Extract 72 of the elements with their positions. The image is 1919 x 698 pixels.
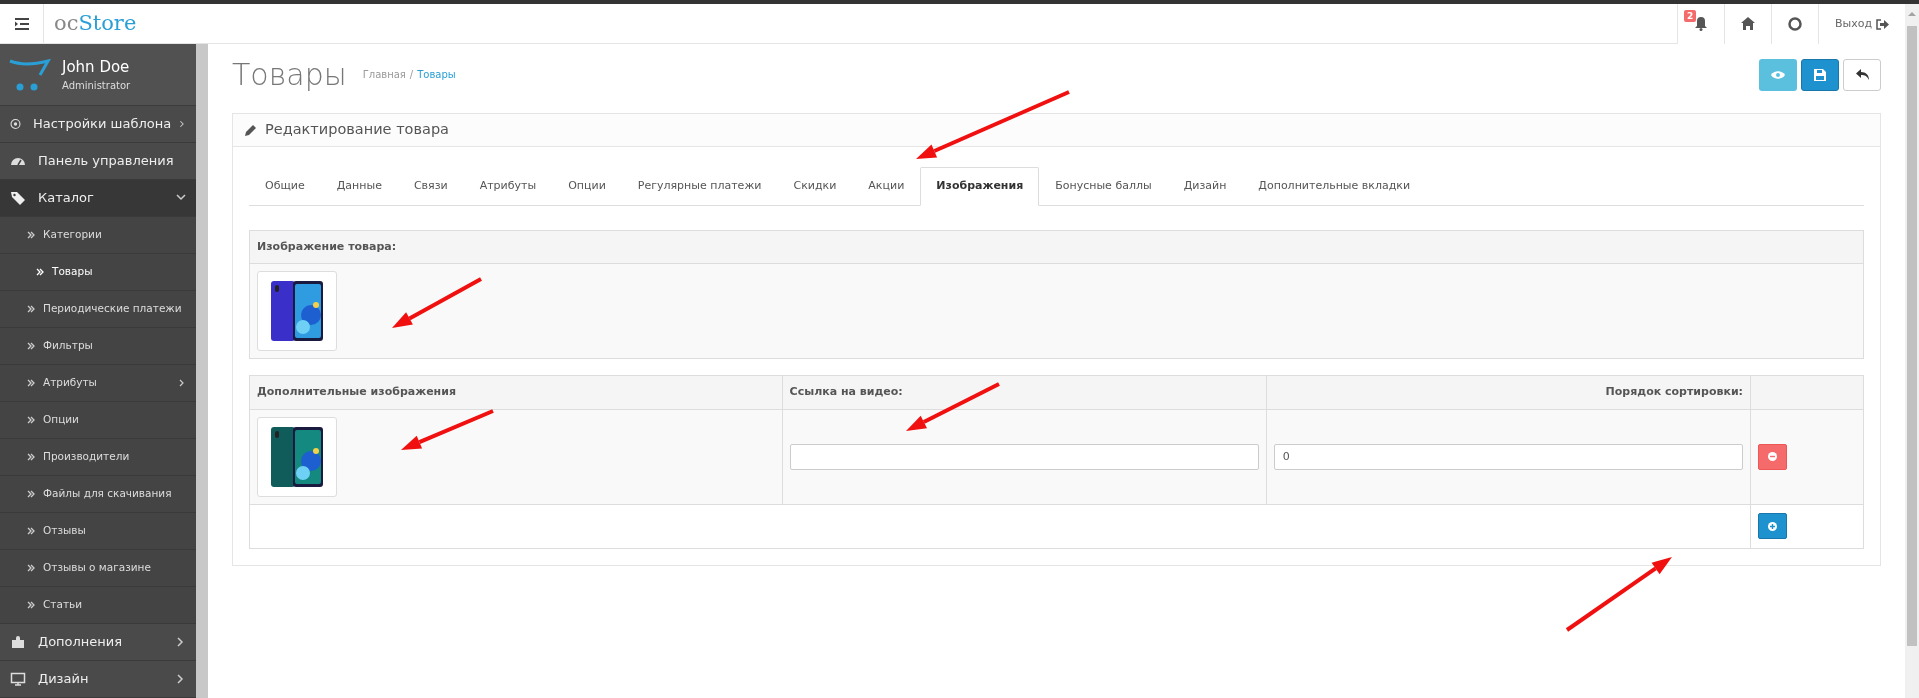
chevron-down-icon	[176, 193, 186, 203]
bell-icon	[1693, 16, 1708, 32]
ring-icon	[10, 116, 21, 132]
logo[interactable]: ocStore	[44, 4, 137, 43]
double-chevron-icon	[27, 564, 35, 572]
home-button[interactable]	[1723, 4, 1771, 44]
breadcrumb-separator: /	[409, 68, 414, 82]
double-chevron-icon	[27, 527, 35, 535]
tab[interactable]: Связи	[397, 167, 464, 206]
sidebar-item[interactable]: Настройки шаблона	[0, 106, 196, 143]
sidebar-item[interactable]: Дополнения	[0, 624, 196, 661]
scrollbar-thumb[interactable]	[1907, 26, 1917, 646]
panel-title: Редактирование товара	[265, 120, 449, 140]
back-button[interactable]	[1843, 58, 1881, 91]
column-header: Ссылка на видео:	[782, 375, 1267, 409]
tab[interactable]: Дополнительные вкладки	[1242, 167, 1427, 206]
chevron-right-icon	[176, 674, 186, 684]
chevron-right-icon	[178, 378, 186, 388]
logout-icon	[1876, 18, 1889, 30]
tab[interactable]: Данные	[320, 167, 398, 206]
eye-icon	[1771, 69, 1785, 80]
column-header: Дополнительные изображения	[249, 375, 783, 409]
notification-count: 2	[1683, 10, 1697, 22]
chevron-right-icon	[176, 637, 186, 647]
sidebar-item[interactable]: Панель управления	[0, 143, 196, 180]
monitor-icon	[10, 671, 26, 687]
user-role: Administrator	[62, 79, 131, 94]
tab[interactable]: Атрибуты	[463, 167, 553, 206]
tab[interactable]: Акции	[852, 167, 921, 206]
tab[interactable]: Опции	[552, 167, 622, 206]
double-chevron-icon	[27, 342, 35, 350]
lifebuoy-icon	[1787, 16, 1802, 31]
image-thumbnail[interactable]	[257, 271, 337, 351]
remove-button[interactable]	[1758, 443, 1787, 470]
double-chevron-icon	[27, 379, 35, 387]
plus-circle-icon	[1768, 521, 1777, 531]
tab[interactable]: Изображения	[920, 167, 1040, 206]
reply-arrow-icon	[1855, 69, 1869, 80]
tab[interactable]: Дизайн	[1167, 167, 1243, 206]
sort-order-field[interactable]: 0	[1273, 443, 1743, 470]
chevron-right-icon	[179, 119, 186, 129]
column-header: Порядок сортировки:	[1266, 375, 1751, 409]
double-chevron-icon	[27, 231, 35, 239]
minus-circle-icon	[1768, 452, 1777, 461]
sidebar-item[interactable]: Дизайн	[0, 661, 196, 698]
sidebar-scrollbar[interactable]	[196, 44, 208, 698]
pencil-icon	[245, 124, 257, 136]
tab[interactable]: Скидки	[777, 167, 853, 206]
help-button[interactable]	[1770, 4, 1818, 44]
tag-icon	[10, 190, 26, 206]
double-chevron-icon	[36, 268, 44, 276]
puzzle-icon	[10, 634, 26, 650]
sidebar-item[interactable]: Каталог	[0, 180, 196, 217]
user-name: John Doe	[62, 56, 131, 78]
double-chevron-icon	[27, 453, 35, 461]
double-chevron-icon	[27, 490, 35, 498]
scrollbar[interactable]	[1905, 4, 1919, 698]
home-icon	[1740, 17, 1755, 31]
page-title: Товары	[232, 56, 347, 94]
double-chevron-icon	[27, 305, 35, 313]
save-button[interactable]	[1801, 58, 1839, 91]
double-chevron-icon	[27, 601, 35, 609]
tab[interactable]: Регулярные платежи	[621, 167, 778, 206]
table-header: Изображение товара:	[249, 230, 1864, 264]
add-image-button[interactable]	[1758, 513, 1787, 539]
menu-icon[interactable]	[14, 17, 29, 30]
tab[interactable]: Бонусные баллы	[1039, 167, 1168, 206]
video-url-field[interactable]	[789, 443, 1259, 470]
cart-logo-icon	[8, 56, 54, 93]
double-chevron-icon	[27, 416, 35, 424]
logout-button[interactable]: Выход	[1817, 4, 1905, 44]
tab[interactable]: Общие	[249, 167, 321, 206]
